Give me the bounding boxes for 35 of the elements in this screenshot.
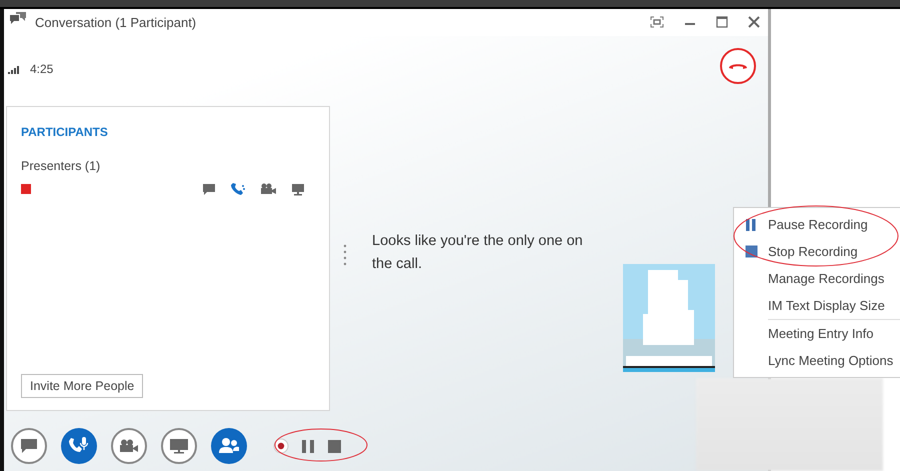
record-button[interactable]: [273, 438, 289, 454]
menu-item[interactable]: IM Text Display Size: [734, 292, 900, 319]
monitor-icon[interactable]: [291, 182, 305, 196]
close-button[interactable]: [748, 16, 760, 28]
phone-icon[interactable]: [230, 182, 246, 196]
fullscreen-button[interactable]: [650, 16, 664, 28]
pause-button[interactable]: [301, 438, 315, 454]
stop-icon: [744, 245, 758, 258]
status-message: Looks like you're the only one on the call.: [372, 232, 584, 274]
menu-item[interactable]: Stop Recording: [734, 238, 900, 265]
chat-icon: [20, 438, 38, 454]
signal-icon: [8, 64, 22, 74]
call-duration: 4:25: [30, 62, 54, 76]
hang-up-button[interactable]: [719, 47, 757, 86]
menu-item[interactable]: Meeting Entry Info: [734, 320, 900, 347]
people-icon: [218, 437, 240, 456]
monitor-icon: [169, 438, 189, 454]
maximize-button[interactable]: [716, 16, 728, 28]
chat-button[interactable]: [11, 428, 47, 464]
menu-item[interactable]: Lync Meeting Options: [734, 347, 900, 374]
present-button[interactable]: [161, 428, 197, 464]
video-camera-icon: [119, 439, 139, 454]
video-button[interactable]: [111, 428, 147, 464]
stop-button[interactable]: [327, 438, 342, 454]
people-button[interactable]: [211, 428, 247, 464]
menu-item[interactable]: Pause Recording: [734, 211, 900, 238]
menu-item[interactable]: Manage Recordings: [734, 265, 900, 292]
presenters-group: Presenters (1): [21, 159, 315, 174]
window-title: Conversation (1 Participant): [35, 14, 196, 30]
invite-button[interactable]: Invite More People: [21, 374, 144, 398]
participants-heading: PARTICIPANTS: [21, 125, 109, 140]
phone-button[interactable]: [61, 428, 97, 464]
pause-icon: [745, 218, 757, 232]
chat-icon[interactable]: [202, 182, 216, 196]
video-camera-icon[interactable]: [260, 183, 277, 196]
